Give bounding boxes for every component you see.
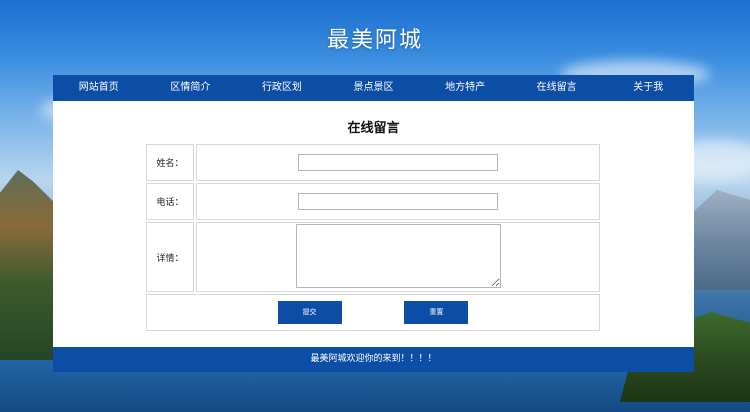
nav-item-specialties[interactable]: 地方特产 [419,75,511,101]
nav-item-districts[interactable]: 行政区划 [236,75,328,101]
submit-button[interactable]: 提交 [277,301,342,324]
actions-cell: 提交 重置 [146,294,600,331]
page-title: 在线留言 [347,121,400,136]
message-form: 姓名： 电话： 详情： 提交 重置 [144,142,602,333]
nav-item-guestbook[interactable]: 在线留言 [511,75,603,101]
main-nav: 网站首页 区情简介 行政区划 景点景区 地方特产 在线留言 关于我 [53,75,694,101]
phone-label: 电话： [146,183,194,220]
mountain-left [0,170,60,360]
site-title: 最美阿城 [326,28,423,53]
name-field-cell [196,144,600,181]
nav-item-attractions[interactable]: 景点景区 [328,75,420,101]
detail-field-cell [196,222,600,292]
footer-banner: 最美阿城欢迎你的来到！！！！ [53,347,694,372]
detail-textarea[interactable] [295,224,501,288]
phone-input[interactable] [298,193,498,210]
name-label: 姓名： [146,144,194,181]
form-row-actions: 提交 重置 [146,294,600,331]
nav-item-home[interactable]: 网站首页 [53,75,145,101]
form-row-name: 姓名： [146,144,600,181]
mountain-right [690,190,750,290]
nav-item-overview[interactable]: 区情简介 [145,75,237,101]
name-input[interactable] [298,154,498,171]
content-panel: 网站首页 区情简介 行政区划 景点景区 地方特产 在线留言 关于我 在线留言 姓… [53,75,694,372]
nav-item-about[interactable]: 关于我 [602,75,694,101]
form-row-detail: 详情： [146,222,600,292]
reset-button[interactable]: 重置 [404,301,469,324]
detail-label: 详情： [146,222,194,292]
phone-field-cell [196,183,600,220]
form-row-phone: 电话： [146,183,600,220]
